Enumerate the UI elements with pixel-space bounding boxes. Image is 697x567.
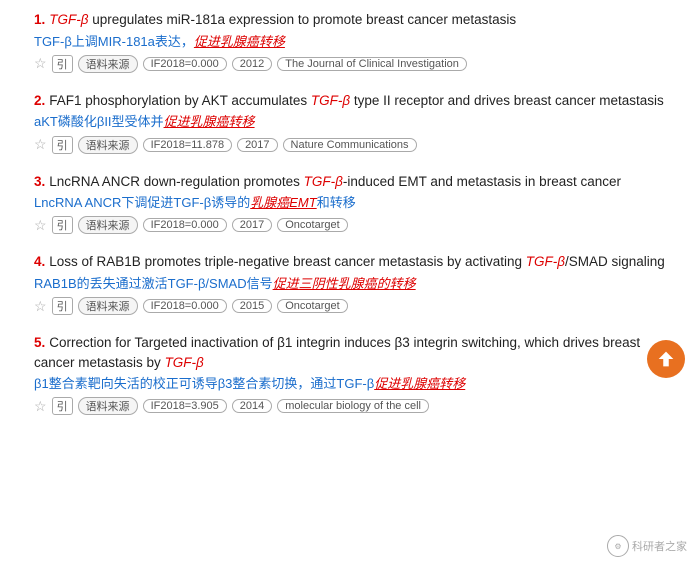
journal-badge-5: molecular biology of the cell <box>277 399 429 413</box>
result-num-3: 3. <box>34 174 45 189</box>
cite-button-4[interactable]: 引 <box>52 297 73 315</box>
result-item-1: 1.TGF-β upregulates miR-181a expression … <box>34 10 683 73</box>
result-title-5: 5.Correction for Targeted inactivation o… <box>34 333 683 372</box>
if-badge-3: IF2018=0.000 <box>143 218 227 232</box>
tgf-beta: TGF-β <box>49 12 88 27</box>
result-meta-5: ☆ 引 语料来源 IF2018=3.905 2014 molecular bio… <box>34 397 683 415</box>
year-badge-1: 2012 <box>232 57 272 71</box>
result-num-2: 2. <box>34 93 45 108</box>
star-icon-3[interactable]: ☆ <box>34 217 47 234</box>
result-cn-2: aKT磷酸化βII型受体并促进乳腺癌转移 <box>34 113 683 131</box>
star-icon-4[interactable]: ☆ <box>34 298 47 315</box>
result-item-5: 5.Correction for Targeted inactivation o… <box>34 333 683 415</box>
tgf-beta: TGF-β <box>311 93 350 108</box>
result-item-3: 3.LncRNA ANCR down-regulation promotes T… <box>34 172 683 235</box>
cite-button-5[interactable]: 引 <box>52 397 73 415</box>
result-meta-1: ☆ 引 语料来源 IF2018=0.000 2012 The Journal o… <box>34 55 683 73</box>
result-meta-2: ☆ 引 语料来源 IF2018=11.878 2017 Nature Commu… <box>34 136 683 154</box>
cn-highlight: 促进乳腺癌转移 <box>194 34 285 49</box>
watermark-icon: ⚙ <box>607 535 629 557</box>
result-meta-3: ☆ 引 语料来源 IF2018=0.000 2017 Oncotarget <box>34 216 683 234</box>
cn-highlight: 促进乳腺癌转移 <box>374 376 465 391</box>
if-badge-4: IF2018=0.000 <box>143 299 227 313</box>
year-badge-3: 2017 <box>232 218 272 232</box>
result-num-4: 4. <box>34 254 45 269</box>
result-title-1: 1.TGF-β upregulates miR-181a expression … <box>34 10 683 30</box>
journal-badge-2: Nature Communications <box>283 138 417 152</box>
journal-badge-3: Oncotarget <box>277 218 347 232</box>
if-badge-1: IF2018=0.000 <box>143 57 227 71</box>
year-badge-5: 2014 <box>232 399 272 413</box>
journal-badge-4: Oncotarget <box>277 299 347 313</box>
star-icon-1[interactable]: ☆ <box>34 55 47 72</box>
result-cn-3: LncRNA ANCR下调促进TGF-β诱导的乳腺癌EMT和转移 <box>34 194 683 212</box>
result-item-4: 4.Loss of RAB1B promotes triple-negative… <box>34 252 683 315</box>
source-tag-3[interactable]: 语料来源 <box>78 216 138 234</box>
cite-button-3[interactable]: 引 <box>52 216 73 234</box>
source-tag-4[interactable]: 语料来源 <box>78 297 138 315</box>
if-badge-5: IF2018=3.905 <box>143 399 227 413</box>
result-item-2: 2.FAF1 phosphorylation by AKT accumulate… <box>34 91 683 154</box>
if-badge-2: IF2018=11.878 <box>143 138 233 152</box>
year-badge-2: 2017 <box>237 138 277 152</box>
star-icon-2[interactable]: ☆ <box>34 136 47 153</box>
result-title-3: 3.LncRNA ANCR down-regulation promotes T… <box>34 172 683 192</box>
tgf-beta: TGF-β <box>526 254 565 269</box>
source-tag-5[interactable]: 语料来源 <box>78 397 138 415</box>
source-tag-2[interactable]: 语料来源 <box>78 136 138 154</box>
cite-button-1[interactable]: 引 <box>52 55 73 73</box>
tgf-beta: TGF-β <box>304 174 343 189</box>
result-title-4: 4.Loss of RAB1B promotes triple-negative… <box>34 252 683 272</box>
watermark-text: 科研者之家 <box>632 538 687 554</box>
result-title-2: 2.FAF1 phosphorylation by AKT accumulate… <box>34 91 683 111</box>
star-icon-5[interactable]: ☆ <box>34 398 47 415</box>
result-cn-1: TGF-β上调MIR-181a表达，促进乳腺癌转移 <box>34 33 683 51</box>
tgf-beta: TGF-β <box>165 355 204 370</box>
result-cn-5: β1整合素靶向失活的校正可诱导β3整合素切换，通过TGF-β促进乳腺癌转移 <box>34 375 683 393</box>
year-badge-4: 2015 <box>232 299 272 313</box>
cn-highlight: 乳腺癌EMT <box>250 195 316 210</box>
cite-button-2[interactable]: 引 <box>52 136 73 154</box>
result-meta-4: ☆ 引 语料来源 IF2018=0.000 2015 Oncotarget <box>34 297 683 315</box>
journal-badge-1: The Journal of Clinical Investigation <box>277 57 467 71</box>
result-num-5: 5. <box>34 335 45 350</box>
result-num-1: 1. <box>34 12 45 27</box>
result-cn-4: RAB1B的丢失通过激活TGF-β/SMAD信号促进三阴性乳腺癌的转移 <box>34 275 683 293</box>
cn-highlight: 促进乳腺癌转移 <box>164 114 255 129</box>
watermark: ⚙ 科研者之家 <box>607 535 687 557</box>
cn-highlight: 促进三阴性乳腺癌的 <box>273 276 390 291</box>
scroll-up-button[interactable] <box>647 340 685 378</box>
source-tag-1[interactable]: 语料来源 <box>78 55 138 73</box>
